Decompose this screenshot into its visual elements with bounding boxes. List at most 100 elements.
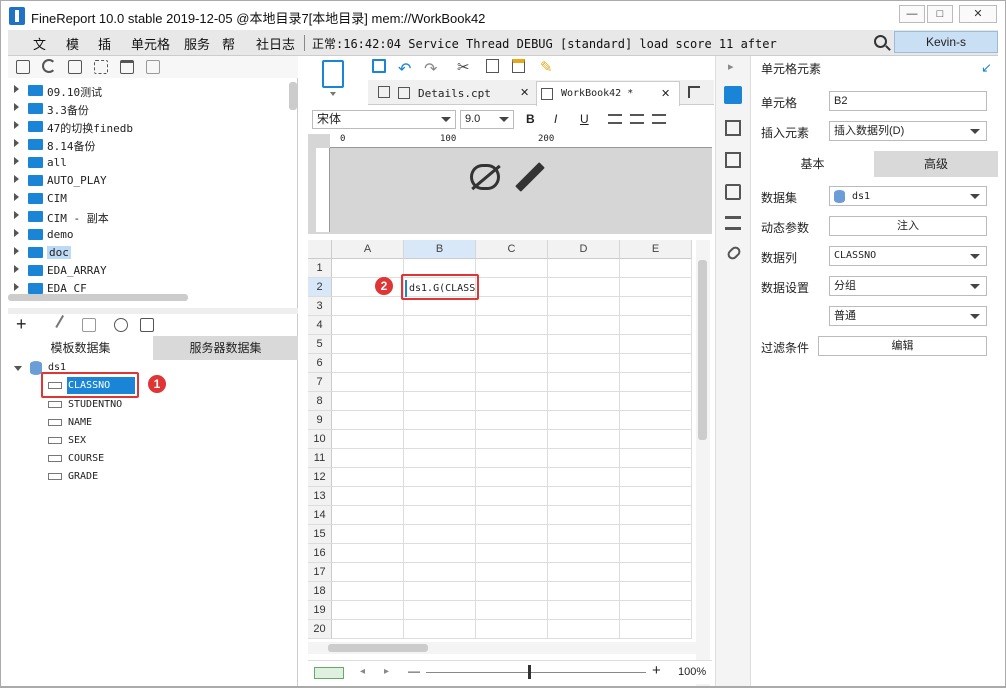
refresh-icon[interactable] <box>42 59 56 73</box>
align-center-icon[interactable] <box>630 114 644 124</box>
template-dropdown-icon[interactable] <box>330 92 336 96</box>
tab-basic[interactable]: 基本 <box>751 151 874 177</box>
collapse-panel-icon[interactable]: ▸ <box>728 60 734 73</box>
row-header[interactable]: 14 <box>308 506 332 525</box>
tab-details[interactable]: Details.cpt ✕ <box>398 85 538 105</box>
condition-icon[interactable] <box>725 184 741 200</box>
row-header[interactable]: 17 <box>308 563 332 582</box>
copy-icon[interactable] <box>146 60 160 74</box>
row-header[interactable]: 11 <box>308 449 332 468</box>
delete-icon[interactable] <box>120 60 134 74</box>
close-tab-icon[interactable]: ✕ <box>520 86 529 99</box>
add-dataset-icon[interactable]: + <box>16 315 27 333</box>
zoom-out-button[interactable]: — <box>408 664 420 678</box>
delete-dataset-icon[interactable] <box>82 318 96 332</box>
align-left-icon[interactable] <box>608 114 622 124</box>
dataset-settings-icon[interactable] <box>140 318 154 332</box>
next-sheet-icon[interactable]: ▸ <box>384 666 389 677</box>
menu-template[interactable]: 模 <box>66 34 79 53</box>
cell-attr-icon[interactable] <box>725 120 741 136</box>
row-header[interactable]: 12 <box>308 468 332 487</box>
row-header[interactable]: 4 <box>308 316 332 335</box>
edit-icon[interactable] <box>55 314 73 334</box>
row-header[interactable]: 20 <box>308 620 332 639</box>
tab-workbook42[interactable]: WorkBook42 * ✕ <box>536 81 680 106</box>
field-item[interactable]: CLASSNO <box>48 377 138 395</box>
row-header[interactable]: 16 <box>308 544 332 563</box>
prev-sheet-icon[interactable]: ◂ <box>360 666 365 677</box>
field-item[interactable]: GRADE <box>48 468 148 486</box>
spreadsheet-grid[interactable]: A B C D E 1 2 3 4 5 6 7 8 9 10 11 12 13 … <box>308 240 696 686</box>
expand-icon[interactable]: ↙ <box>981 60 992 76</box>
bold-button[interactable]: B <box>526 112 535 126</box>
paste-icon[interactable] <box>512 59 525 73</box>
row-header[interactable]: 1 <box>308 259 332 278</box>
filter-edit-button[interactable]: 编辑 <box>818 336 987 356</box>
tab-advanced[interactable]: 高级 <box>874 151 998 177</box>
tab-template-dataset[interactable]: 模板数据集 <box>8 336 153 360</box>
menu-help[interactable]: 帮 <box>222 34 235 53</box>
template-icon[interactable] <box>322 60 344 88</box>
close-button[interactable]: ✕ <box>959 5 997 23</box>
field-item[interactable]: STUDENTNO <box>48 396 148 414</box>
inject-button[interactable]: 注入 <box>829 216 987 236</box>
row-header[interactable]: 2 <box>308 278 332 297</box>
align-right-icon[interactable] <box>652 114 666 124</box>
cell-input[interactable]: B2 <box>829 91 987 111</box>
row-header[interactable]: 3 <box>308 297 332 316</box>
zoom-in-button[interactable]: + <box>652 662 661 679</box>
field-item[interactable]: SEX <box>48 432 148 450</box>
format-brush-icon[interactable]: ✎ <box>540 58 553 76</box>
cell-element-icon[interactable] <box>724 86 742 104</box>
copy-cell-icon[interactable] <box>486 59 499 73</box>
menu-file[interactable]: 文 <box>33 34 46 53</box>
cell-b2[interactable]: ds1.G(CLASS <box>405 280 477 297</box>
new-folder-icon[interactable] <box>16 60 30 74</box>
tab-server-dataset[interactable]: 服务器数据集 <box>153 336 298 360</box>
grid-vscrollbar[interactable] <box>696 240 710 686</box>
settings-icon[interactable] <box>94 60 108 74</box>
font-select[interactable]: 宋体 <box>312 110 456 129</box>
close-tab-icon[interactable]: ✕ <box>661 87 670 100</box>
sheet-tab[interactable] <box>314 667 344 679</box>
row-header[interactable]: 19 <box>308 601 332 620</box>
group-mode-select[interactable]: 普通 <box>829 306 987 326</box>
grid-hscrollbar[interactable] <box>308 642 696 654</box>
widget-icon[interactable] <box>725 152 741 168</box>
save-icon[interactable] <box>372 59 386 73</box>
row-header[interactable]: 18 <box>308 582 332 601</box>
menu-cell[interactable]: 单元格 <box>131 34 170 53</box>
user-account[interactable]: Kevin-s <box>894 31 998 53</box>
column-header[interactable]: B <box>404 240 476 259</box>
row-header[interactable]: 8 <box>308 392 332 411</box>
insert-element-select[interactable]: 插入数据列(D) <box>829 121 987 141</box>
maximize-button[interactable]: □ <box>927 5 953 23</box>
row-header[interactable]: 10 <box>308 430 332 449</box>
underline-button[interactable]: U <box>580 112 589 126</box>
column-header[interactable]: A <box>332 240 404 259</box>
menu-insert[interactable]: 插 <box>98 34 111 53</box>
redo-icon[interactable]: ↷ <box>424 59 437 79</box>
row-header[interactable]: 9 <box>308 411 332 430</box>
tree-hscrollbar[interactable] <box>8 294 188 301</box>
menu-server[interactable]: 服务 <box>184 34 210 53</box>
italic-button[interactable]: I <box>554 112 557 126</box>
cut-icon[interactable]: ✂ <box>457 58 470 76</box>
column-header[interactable]: D <box>548 240 620 259</box>
dataset-select[interactable]: ds1 <box>829 186 987 206</box>
preview-icon[interactable] <box>114 318 128 332</box>
hscroll-thumb[interactable] <box>328 644 428 652</box>
collapse-arrow-icon[interactable] <box>14 366 22 371</box>
hyperlink-list-icon[interactable] <box>725 216 741 230</box>
column-header[interactable]: E <box>620 240 692 259</box>
grid-corner[interactable] <box>308 240 332 259</box>
undo-icon[interactable]: ↶ <box>398 59 411 79</box>
row-header[interactable]: 13 <box>308 487 332 506</box>
menu-community[interactable]: 社日志 <box>256 34 295 53</box>
minimize-button[interactable]: — <box>899 5 925 23</box>
link-icon[interactable] <box>725 244 743 262</box>
tab-menu-icon[interactable] <box>688 86 700 98</box>
zoom-track[interactable] <box>426 672 646 673</box>
row-header[interactable]: 15 <box>308 525 332 544</box>
open-file-icon[interactable] <box>68 60 82 74</box>
